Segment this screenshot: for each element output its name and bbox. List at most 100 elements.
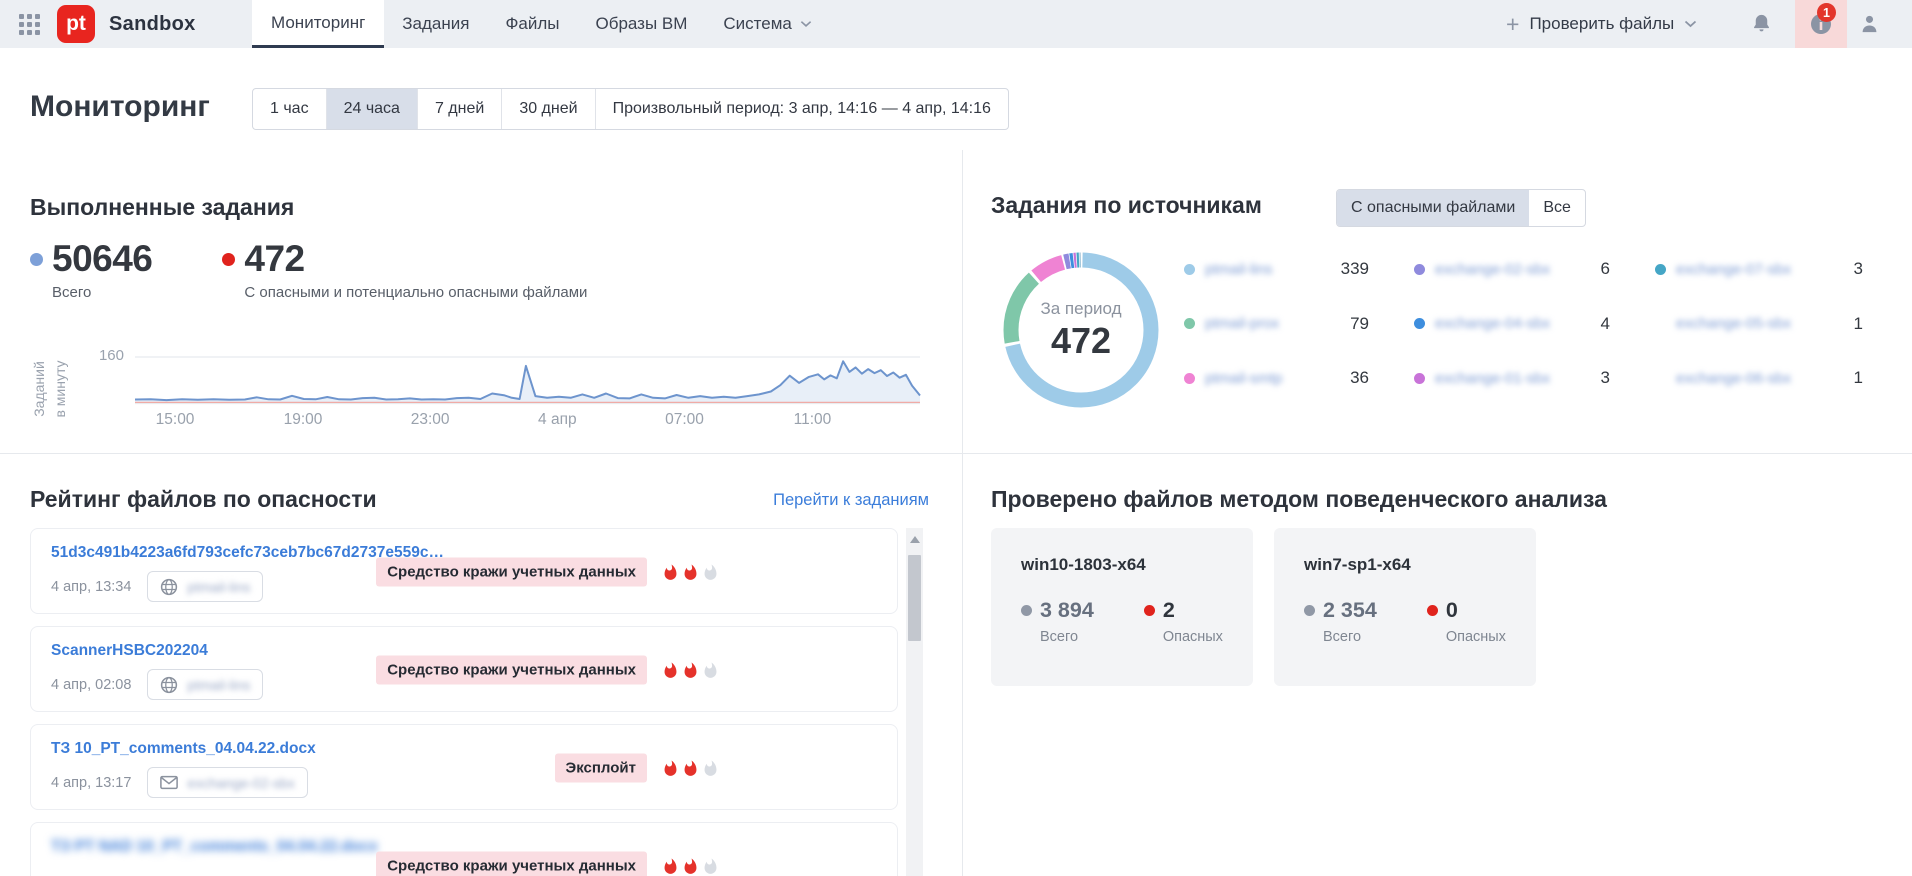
legend-dot: [1414, 318, 1425, 330]
legend-item: ptmail-prox 79: [1184, 314, 1369, 334]
dangerous-label: С опасными и потенциально опасными файла…: [244, 284, 588, 301]
source-chip[interactable]: ptmail-lins: [147, 669, 264, 700]
user-profile-icon[interactable]: [1858, 12, 1881, 41]
vm-name: win10-1803-x64: [1021, 555, 1146, 574]
y-axis-label: Заданий в минуту: [31, 360, 68, 418]
period-button-custom[interactable]: Произвольный период: 3 апр, 14:16 — 4 ап…: [596, 89, 1008, 129]
file-timestamp: 4 апр, 13:17: [51, 774, 132, 791]
tab-system[interactable]: Система: [705, 0, 829, 48]
file-name-link[interactable]: ТЗ 10_PT_comments_04.04.22.docx: [51, 740, 877, 758]
flame-icon: [684, 563, 697, 580]
legend-value: 3: [1600, 368, 1610, 388]
legend-item: exchange-06-sbx 1: [1655, 368, 1863, 388]
file-row: ТЗ 10_PT_comments_04.04.22.docx 4 апр, 13…: [30, 724, 898, 810]
source-chip[interactable]: ptmail-lins: [147, 571, 264, 602]
top-navigation-bar: pt Sandbox Мониторинг Задания Файлы Образы …: [0, 0, 1912, 48]
file-verdict: Средство кражи учетных данных: [376, 655, 719, 685]
tab-files[interactable]: Файлы: [487, 0, 577, 48]
stat-dangerous: 472 С опасными и потенциально опасными ф…: [222, 238, 587, 301]
vm-card-win7-sp1-x64: win7-sp1-x64 2 354 Всего 0 Опасных: [1274, 528, 1536, 686]
dangerous-dot: [222, 252, 236, 266]
vm-card-win10-1803-x64: win10-1803-x64 3 894 Всего 2 Опасных: [991, 528, 1253, 686]
legend-source-name[interactable]: exchange-06-sbx: [1676, 370, 1844, 387]
legend-source-name[interactable]: exchange-05-sbx: [1676, 315, 1844, 332]
legend-value: 3: [1853, 259, 1863, 279]
donut-total-value: 472: [1050, 319, 1112, 361]
severity-flames: [662, 660, 719, 680]
y-axis-max-tick: 160: [98, 347, 124, 364]
globe-icon: [161, 676, 178, 693]
dangerous-dot: [1143, 605, 1155, 616]
total-label: Всего: [1323, 629, 1362, 645]
pt-logo[interactable]: pt: [57, 5, 95, 43]
sources-filter-toggle: С опасными файлами Все: [1336, 189, 1586, 227]
flame-icon: [664, 759, 677, 776]
period-button-1h[interactable]: 1 час: [253, 89, 327, 129]
legend-value: 6: [1600, 259, 1610, 279]
threat-tag: Средство кражи учетных данных: [376, 851, 647, 876]
source-chip[interactable]: exchange-02-sbx: [147, 767, 308, 798]
vm-name: win7-sp1-x64: [1304, 555, 1411, 574]
flame-icon: [704, 563, 717, 580]
chevron-down-icon: [1685, 20, 1697, 28]
list-scrollbar[interactable]: [906, 528, 923, 876]
total-label: Всего: [1040, 629, 1079, 645]
product-name: Sandbox: [109, 12, 196, 35]
legend-value: 1: [1853, 313, 1863, 333]
period-button-24h[interactable]: 24 часа: [326, 89, 418, 129]
vm-stats: 3 894 Всего 2 Опасных: [1021, 598, 1223, 645]
check-files-button[interactable]: + Проверить файлы: [1506, 0, 1697, 48]
pt-logo-text: pt: [66, 12, 86, 35]
flame-icon: [664, 563, 677, 580]
threat-tag: Средство кражи учетных данных: [376, 655, 647, 685]
notification-count-badge: 1: [1817, 3, 1836, 22]
scroll-up-arrow-icon[interactable]: [909, 536, 920, 543]
legend-source-name[interactable]: exchange-02-sbx: [1435, 261, 1591, 278]
tab-monitoring[interactable]: Мониторинг: [252, 0, 385, 48]
app-grid-icon[interactable]: [19, 14, 40, 35]
tab-label: Образы ВМ: [595, 14, 688, 33]
period-button-30d[interactable]: 30 дней: [502, 89, 596, 129]
flame-icon: [704, 857, 717, 874]
tab-label: Задания: [402, 14, 470, 33]
flame-icon: [684, 759, 697, 776]
legend-value: 36: [1350, 368, 1369, 388]
threat-tag: Средство кражи учетных данных: [376, 557, 647, 587]
flame-icon: [704, 661, 717, 678]
notifications-bell-icon[interactable]: [1750, 12, 1773, 41]
go-to-tasks-link[interactable]: Перейти к заданиям: [773, 491, 929, 510]
globe-icon: [161, 578, 178, 595]
completed-tasks-stats: 50646 Всего 472 С опасными и потенциальн…: [30, 238, 587, 301]
legend-source-name[interactable]: ptmail-prox: [1205, 315, 1340, 332]
flame-icon: [704, 759, 717, 776]
legend-source-name[interactable]: exchange-01-sbx: [1435, 370, 1591, 387]
tab-tasks[interactable]: Задания: [384, 0, 487, 48]
period-button-7d[interactable]: 7 дней: [418, 89, 503, 129]
total-dot: [1304, 605, 1315, 616]
legend-source-name[interactable]: ptmail-smtp: [1205, 370, 1340, 387]
dangerous-value: 2: [1162, 598, 1175, 622]
check-files-label: Проверить файлы: [1529, 14, 1675, 33]
legend-source-name[interactable]: exchange-07-sbx: [1676, 261, 1844, 278]
x-tick-label: 4 апр: [538, 411, 577, 428]
scrollbar-thumb[interactable]: [908, 555, 921, 641]
source-chip-label: ptmail-lins: [187, 578, 251, 595]
tab-label: Система: [723, 14, 792, 33]
dangerous-files-list: 51d3c491b4223a6fd793cefc73ceb7bc67d2737e…: [30, 528, 898, 876]
dangerous-label: Опасных: [1162, 629, 1223, 645]
total-dot: [1021, 605, 1032, 616]
file-verdict: Средство кражи учетных данных: [376, 557, 719, 587]
legend-item: exchange-05-sbx 1: [1655, 314, 1863, 334]
total-label: Всего: [52, 284, 92, 301]
plus-icon: +: [1506, 10, 1520, 37]
sources-filter-dangerous[interactable]: С опасными файлами: [1337, 190, 1530, 226]
file-row: ТЗ PT NAD 10_PT_comments_04.04.22.docx Ср…: [30, 822, 898, 876]
severity-flames: [662, 856, 719, 876]
vm-cards: win10-1803-x64 3 894 Всего 2 Опасных win7-sp1…: [991, 528, 1536, 686]
legend-source-name[interactable]: ptmail-lins: [1205, 261, 1331, 278]
tab-vm-images[interactable]: Образы ВМ: [577, 0, 705, 48]
legend-item: ptmail-lins 339: [1184, 259, 1369, 279]
legend-item: exchange-07-sbx 3: [1655, 259, 1863, 279]
legend-source-name[interactable]: exchange-04-sbx: [1435, 315, 1591, 332]
sources-filter-all[interactable]: Все: [1529, 190, 1585, 226]
